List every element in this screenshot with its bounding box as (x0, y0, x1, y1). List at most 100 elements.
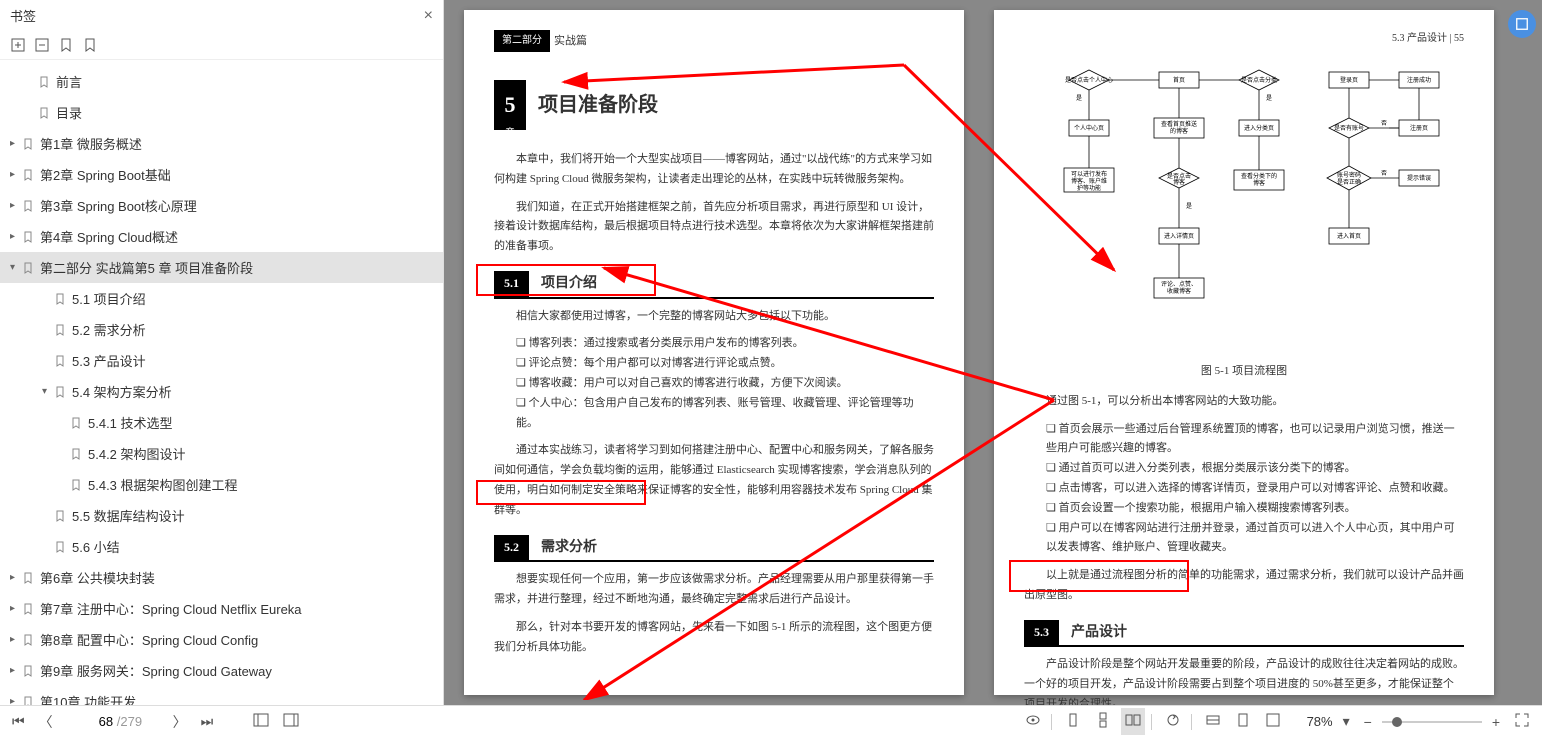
svg-text:收藏博客: 收藏博客 (1167, 287, 1191, 295)
toc-label: 第8章 配置中心：Spring Cloud Config (40, 630, 258, 649)
toc-label: 5.3 产品设计 (72, 351, 146, 370)
expand-arrow-icon[interactable]: ▸ (10, 603, 20, 614)
document-viewport[interactable]: 第二部分 实战篇 第 5 章 项目准备阶段 本章中，我们将开始一个大型实战项目—… (444, 0, 1542, 705)
page-left: 第二部分 实战篇 第 5 章 项目准备阶段 本章中，我们将开始一个大型实战项目—… (464, 10, 964, 695)
expand-arrow-icon[interactable]: ▸ (10, 634, 20, 645)
zoom-in-button[interactable]: + (1488, 710, 1504, 734)
section-5-2-heading: 5.2 需求分析 (494, 535, 934, 563)
intro-para-2: 我们知道，在正式开始搭建框架之前，首先应分析项目需求，再进行原型和 UI 设计，… (494, 198, 934, 257)
svg-text:账号密码: 账号密码 (1337, 171, 1361, 179)
zoom-slider[interactable] (1382, 721, 1482, 723)
bookmark-glyph-icon (54, 355, 66, 367)
zoom-dropdown-icon[interactable]: ▾ (1339, 709, 1354, 734)
toc-label: 5.4.1 技术选型 (88, 413, 173, 432)
last-page-button[interactable]: ⏭ (197, 709, 218, 734)
expand-arrow-icon[interactable]: ▸ (10, 696, 20, 705)
zoom-level: 78% (1307, 714, 1333, 729)
bookmark-glyph-icon (54, 324, 66, 336)
toc-item[interactable]: 5.3 产品设计 (0, 345, 443, 376)
two-page-icon[interactable] (1121, 708, 1145, 735)
close-icon[interactable]: × (424, 7, 433, 25)
toc-item[interactable]: 5.4.1 技术选型 (0, 407, 443, 438)
toc-item[interactable]: ▾5.4 架构方案分析 (0, 376, 443, 407)
expand-arrow-icon[interactable]: ▸ (10, 572, 20, 583)
flowchart-caption: 图 5-1 项目流程图 (1024, 362, 1464, 382)
toc-item[interactable]: ▸第9章 服务网关：Spring Cloud Gateway (0, 655, 443, 686)
assistant-fab-icon[interactable] (1508, 10, 1536, 38)
bookmark-glyph-icon (54, 293, 66, 305)
toc-item[interactable]: 目录 (0, 97, 443, 128)
expand-arrow-icon[interactable]: ▸ (10, 138, 20, 149)
svg-text:进入分类页: 进入分类页 (1244, 124, 1274, 132)
sidebar-header: 书签 × (0, 0, 443, 31)
svg-text:是否点击分类: 是否点击分类 (1241, 76, 1277, 84)
toc-label: 第4章 Spring Cloud概述 (40, 227, 178, 246)
fit-width-icon[interactable] (1201, 708, 1225, 735)
bookmark-glyph-icon (70, 417, 82, 429)
toc-label: 第10章 功能开发 (40, 692, 136, 705)
toc-label: 5.4.3 根据架构图创建工程 (88, 475, 238, 494)
toc-item[interactable]: 前言 (0, 66, 443, 97)
toc-item[interactable]: 5.1 项目介绍 (0, 283, 443, 314)
expand-arrow-icon[interactable]: ▸ (10, 200, 20, 211)
intro-para-1: 本章中，我们将开始一个大型实战项目——博客网站，通过"以战代练"的方式来学习如何… (494, 150, 934, 190)
continuous-page-icon[interactable] (1091, 708, 1115, 735)
flowchart-diagram: 是否点击个人中心 首页 是否点击分类 登录页 注册成功 个人中心页 查看首页推送… (1029, 60, 1459, 350)
bookmark-glyph-icon (22, 634, 34, 646)
toc-item[interactable]: ▸第2章 Spring Boot基础 (0, 159, 443, 190)
toc-item[interactable]: ▸第3章 Spring Boot核心原理 (0, 190, 443, 221)
sidebar-toggle-icon[interactable] (249, 708, 273, 735)
expand-arrow-icon[interactable]: ▸ (10, 169, 20, 180)
first-page-button[interactable]: ⏮ (8, 709, 29, 734)
toc-item[interactable]: ▾ 第二部分 实战篇第5 章 项目准备阶段 (0, 252, 443, 283)
single-page-icon[interactable] (1061, 708, 1085, 735)
toc-label: 5.2 需求分析 (72, 320, 146, 339)
expand-arrow-icon[interactable]: ▾ (10, 262, 20, 273)
toc-item[interactable]: 5.5 数据库结构设计 (0, 500, 443, 531)
page-right: 5.3 产品设计 | 55 是否点击个人中心 首页 是否点击分类 登录页 注册成… (994, 10, 1494, 695)
bookmarks-sidebar: 书签 × 前言目录 ▸第1章 微服务概述▸第2章 Spring Boot基础▸第3… (0, 0, 444, 705)
toc-item[interactable]: ▸ 第10章 功能开发 (0, 686, 443, 705)
svg-text:进入详情页: 进入详情页 (1164, 232, 1194, 240)
next-page-button[interactable]: 〉 (169, 708, 191, 736)
toc-item[interactable]: ▸ 第8章 配置中心：Spring Cloud Config (0, 624, 443, 655)
toc-label: 5.1 项目介绍 (72, 289, 146, 308)
expand-arrow-icon[interactable]: ▾ (42, 386, 52, 397)
collapse-all-icon[interactable] (34, 37, 50, 53)
page-input[interactable] (83, 714, 113, 729)
expand-all-icon[interactable] (10, 37, 26, 53)
toc-item[interactable]: ▸ 第7章 注册中心：Spring Cloud Netflix Eureka (0, 593, 443, 624)
svg-text:个人中心页: 个人中心页 (1074, 124, 1104, 132)
toc-item[interactable]: ▸ 第4章 Spring Cloud概述 (0, 221, 443, 252)
expand-arrow-icon[interactable]: ▸ (10, 665, 20, 676)
page-total: /279 (117, 714, 142, 729)
eye-icon[interactable] (1021, 708, 1045, 735)
toc-label: 第二部分 实战篇第5 章 项目准备阶段 (40, 258, 253, 277)
svg-text:首页: 首页 (1173, 76, 1185, 84)
rotate-icon[interactable] (1161, 708, 1185, 735)
toc-item[interactable]: 5.4.2 架构图设计 (0, 438, 443, 469)
svg-text:的博客: 的博客 (1170, 127, 1188, 135)
fit-actual-icon[interactable] (1261, 708, 1285, 735)
toc-label: 目录 (56, 103, 82, 122)
section-5-3-heading: 5.3 产品设计 (1024, 620, 1464, 648)
zoom-out-button[interactable]: − (1360, 710, 1376, 734)
bookmark-icon[interactable] (82, 37, 98, 53)
toc-label: 第7章 注册中心：Spring Cloud Netflix Eureka (40, 599, 302, 618)
expand-arrow-icon[interactable]: ▸ (10, 231, 20, 242)
svg-text:是: 是 (1076, 95, 1082, 102)
toc-item[interactable]: ▸第6章 公共模块封装 (0, 562, 443, 593)
fit-page-icon[interactable] (1231, 708, 1255, 735)
bookmark-glyph-icon (54, 386, 66, 398)
toc-item[interactable]: 5.2 需求分析 (0, 314, 443, 345)
fullscreen-icon[interactable] (1510, 708, 1534, 735)
bookmark-glyph-icon (54, 541, 66, 553)
toc-item[interactable]: 5.4.3 根据架构图创建工程 (0, 469, 443, 500)
sidebar-right-toggle-icon[interactable] (279, 708, 303, 735)
svg-text:否: 否 (1381, 120, 1387, 127)
part-tab: 第二部分 (494, 30, 550, 52)
bookmark-add-icon[interactable] (58, 37, 74, 53)
toc-item[interactable]: 5.6 小结 (0, 531, 443, 562)
toc-item[interactable]: ▸第1章 微服务概述 (0, 128, 443, 159)
prev-page-button[interactable]: 〈 (35, 708, 57, 736)
